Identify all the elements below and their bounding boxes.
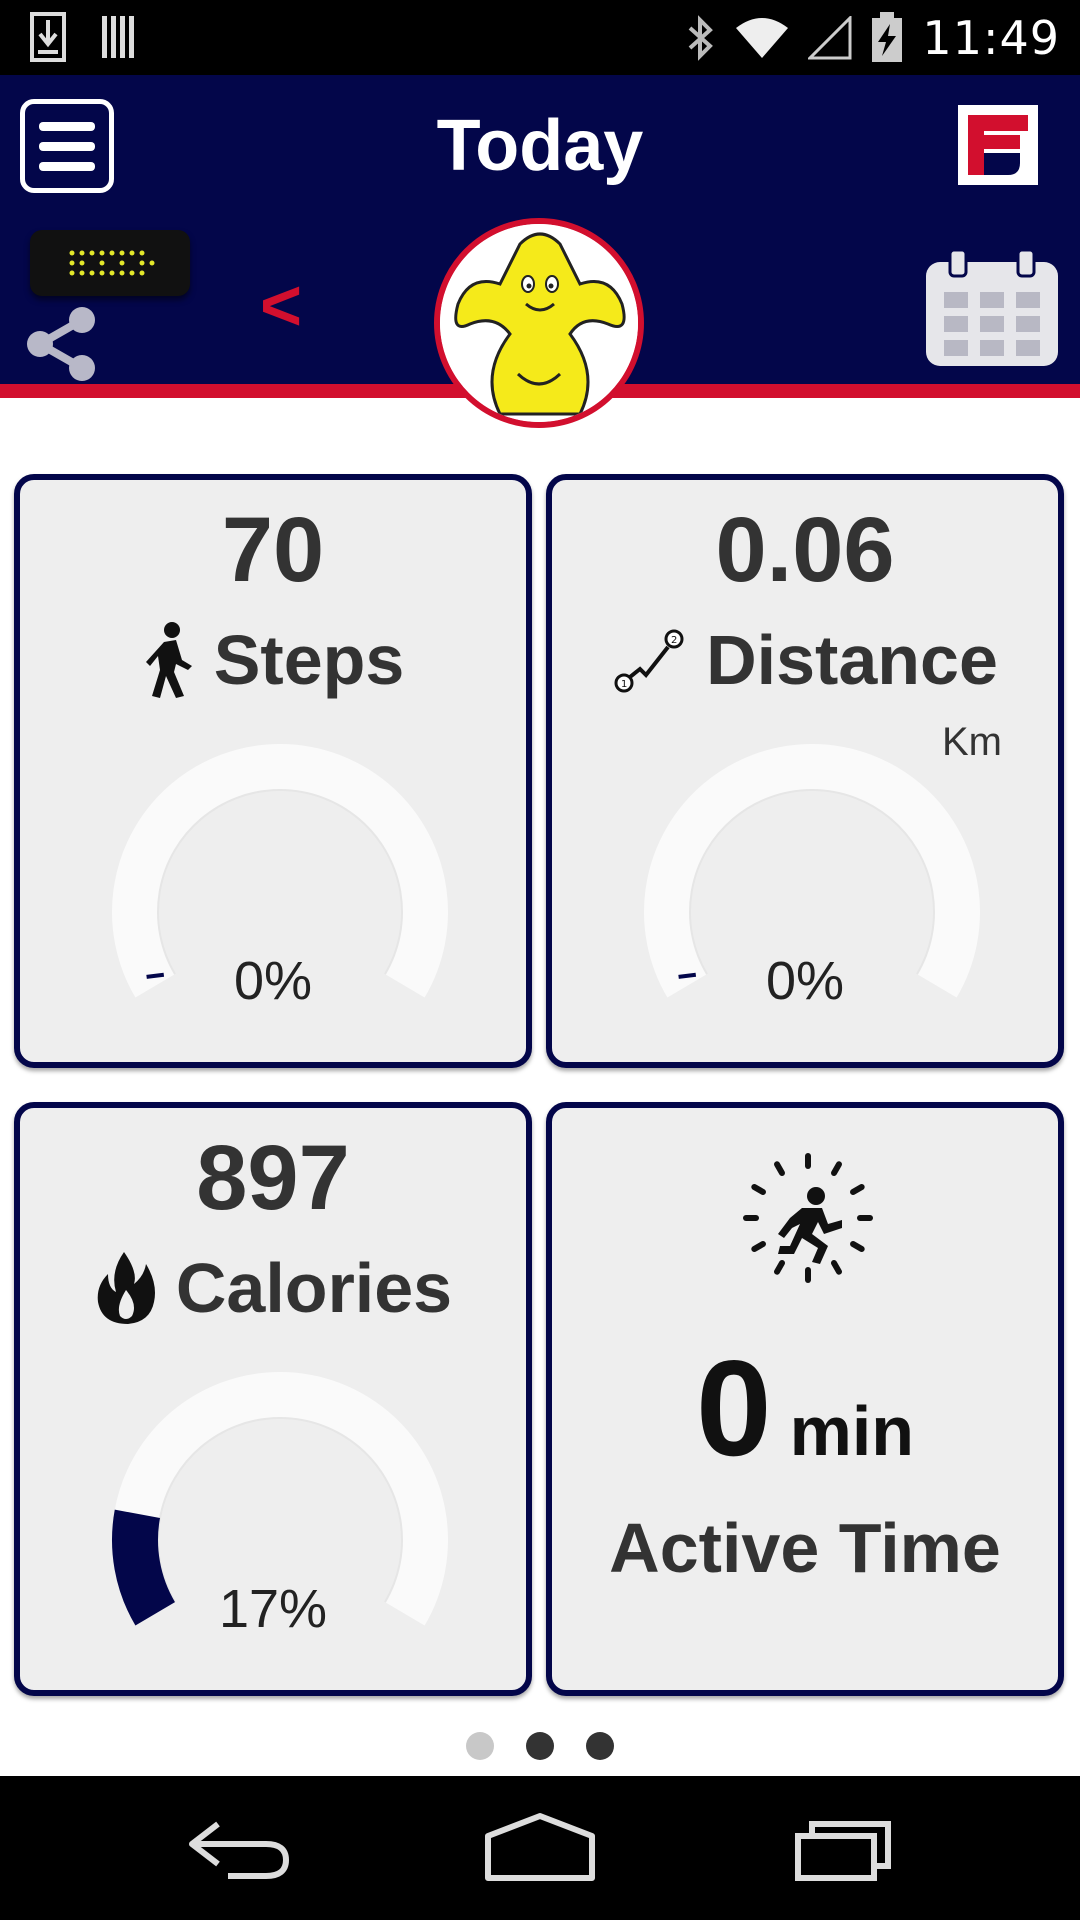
steps-percent: 0% [233, 951, 313, 1011]
calories-label: Calories [175, 1249, 453, 1327]
brand-logo [958, 105, 1038, 185]
clock-tick [850, 1241, 865, 1252]
app-header: Today [0, 75, 1080, 222]
page-title: Today [436, 106, 644, 186]
distance-percent: 0% [765, 951, 845, 1011]
steps-card[interactable]: 70 Steps 0% [14, 474, 532, 1068]
page-dot[interactable] [466, 1732, 494, 1760]
steps-value: 70 [221, 499, 325, 601]
barcode-icon [102, 16, 134, 58]
active-time-card[interactable]: 0 min Active Time [546, 1102, 1064, 1696]
active-time-value: 0 [695, 1332, 772, 1484]
clock-tick [831, 1161, 842, 1176]
share-icon[interactable] [22, 302, 102, 382]
back-icon[interactable] [178, 1806, 298, 1886]
calories-percent: 17% [218, 1579, 328, 1639]
previous-day-button[interactable]: < [260, 270, 302, 342]
signal-icon [808, 15, 852, 59]
status-bar: 11:49 [0, 0, 1080, 75]
active-time-unit: min [789, 1392, 915, 1470]
clock: 11:49 [922, 10, 1060, 65]
distance-label: Distance [706, 621, 998, 699]
device-icon[interactable] [30, 230, 190, 296]
clock-tick [751, 1184, 766, 1195]
download-icon [30, 12, 66, 62]
calories-label-row: Calories [20, 1248, 526, 1328]
wifi-icon [736, 17, 789, 58]
walking-person-icon [145, 622, 192, 698]
page-dot[interactable] [526, 1732, 554, 1760]
clock-tick [850, 1184, 865, 1195]
home-icon[interactable] [480, 1806, 600, 1886]
distance-card[interactable]: 0.06 1 2 Distance Km 0% [546, 474, 1064, 1068]
clock-tick [831, 1260, 842, 1275]
svg-text:1: 1 [621, 679, 627, 690]
page-dot[interactable] [586, 1732, 614, 1760]
distance-label-row: 1 2 Distance [552, 620, 1058, 700]
mascot-avatar[interactable] [434, 218, 644, 428]
recents-icon[interactable] [784, 1806, 904, 1886]
clock-tick [774, 1161, 785, 1176]
distance-value: 0.06 [715, 499, 895, 601]
steps-label-row: Steps [20, 620, 526, 700]
calendar-icon[interactable] [924, 248, 1060, 368]
svg-text:2: 2 [671, 635, 677, 646]
flame-icon [97, 1252, 155, 1324]
clock-tick [774, 1260, 785, 1275]
system-nav-bar [0, 1776, 1080, 1920]
active-time-value-row: 0 min [552, 1330, 1058, 1486]
steps-label: Steps [213, 621, 405, 699]
page-indicator [0, 1732, 1080, 1760]
battery-charging-icon [872, 11, 903, 62]
clock-tick [751, 1241, 766, 1252]
distance-route-icon: 1 2 [614, 629, 684, 693]
calories-card[interactable]: 897 Calories 17% [14, 1102, 532, 1696]
bluetooth-icon [689, 14, 714, 61]
calories-value: 897 [196, 1127, 350, 1229]
running-clock-icon [743, 1153, 873, 1283]
active-time-label: Active Time [609, 1509, 1001, 1587]
